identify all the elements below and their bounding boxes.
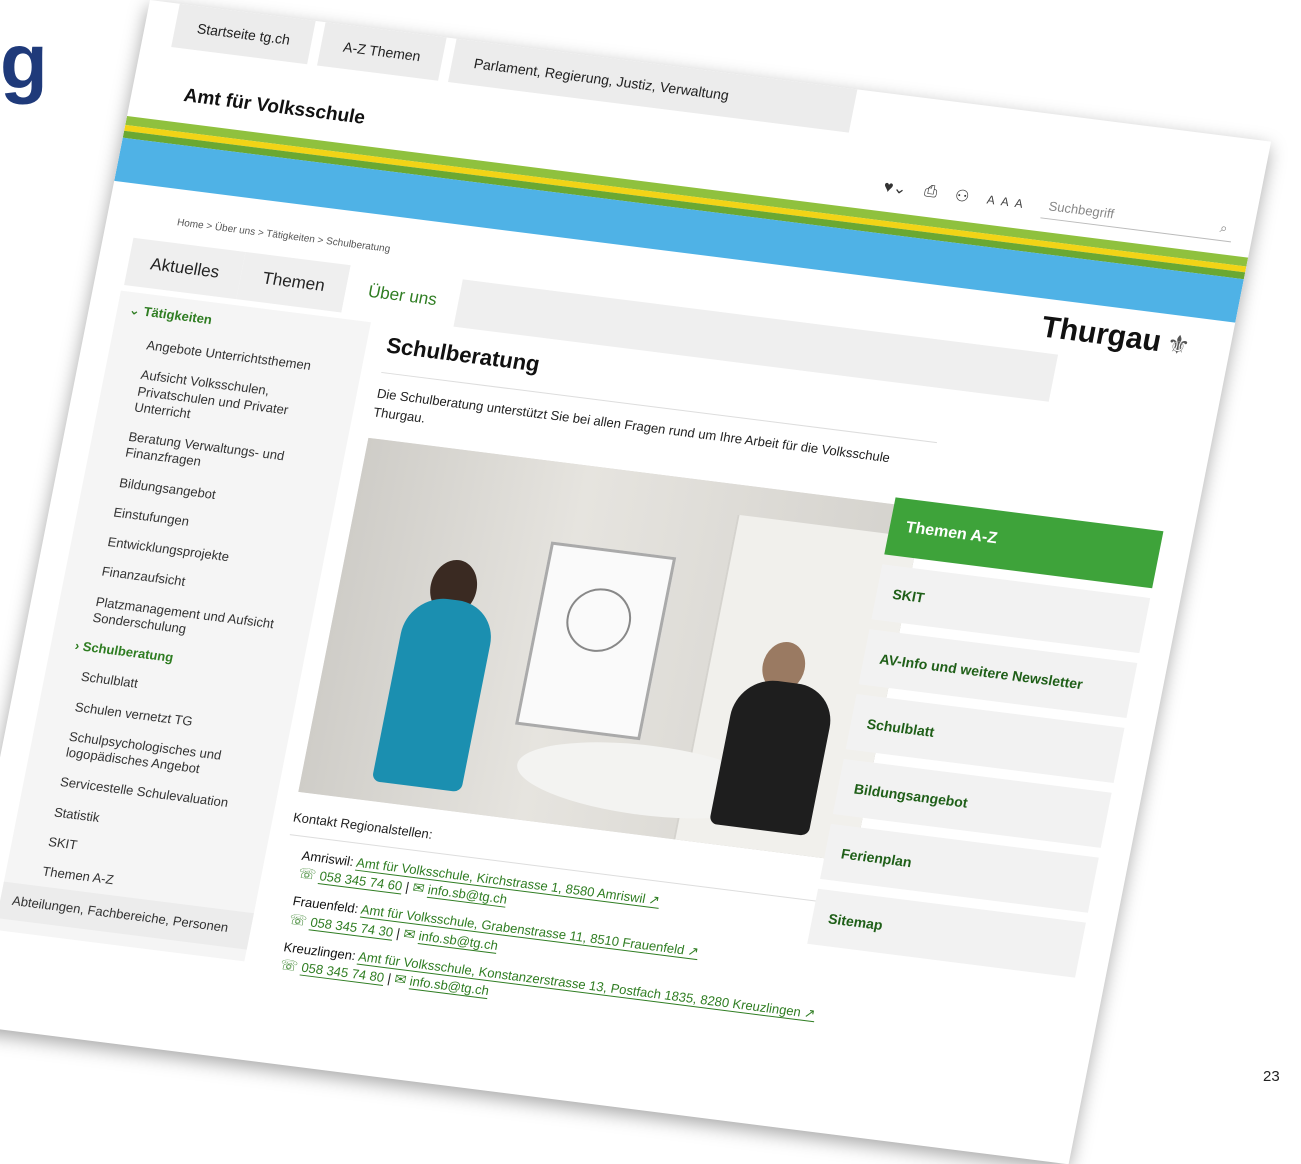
top-nav-parlament[interactable]: Parlament, Regierung, Justiz, Verwaltung xyxy=(447,38,858,133)
tab-ueber-uns[interactable]: Über uns xyxy=(341,265,464,327)
slide-title-fragment: g xyxy=(0,17,48,105)
website-screenshot: Startseite tg.ch A-Z Themen Parlament, R… xyxy=(0,0,1272,1164)
logo-text: Thurgau xyxy=(1038,310,1165,359)
mail-icon: ✉ xyxy=(393,970,408,988)
sitemap-icon[interactable]: ⚇ xyxy=(953,185,971,206)
slide-page-number: 23 xyxy=(1263,1068,1280,1085)
search-icon[interactable]: ⌕ xyxy=(1219,220,1229,237)
site-title[interactable]: Amt für Volksschule xyxy=(182,85,367,129)
top-nav-az-themen[interactable]: A-Z Themen xyxy=(317,22,447,81)
mail-icon: ✉ xyxy=(411,879,426,897)
thurgau-logo[interactable]: Thurgau ⚜ xyxy=(1038,311,1193,363)
mail-icon: ✉ xyxy=(402,924,417,943)
print-icon[interactable]: ⎙ xyxy=(923,182,939,201)
tab-aktuelles[interactable]: Aktuelles xyxy=(124,237,246,300)
font-size-switcher[interactable]: A A A xyxy=(986,192,1026,211)
consultation-photo xyxy=(298,437,925,862)
lion-crest-icon: ⚜ xyxy=(1163,327,1193,361)
search-placeholder: Suchbegriff xyxy=(1047,198,1116,222)
heart-icon[interactable]: ♥⌄ xyxy=(882,176,909,199)
top-nav-startseite[interactable]: Startseite tg.ch xyxy=(171,3,317,65)
tab-themen[interactable]: Themen xyxy=(236,251,352,313)
